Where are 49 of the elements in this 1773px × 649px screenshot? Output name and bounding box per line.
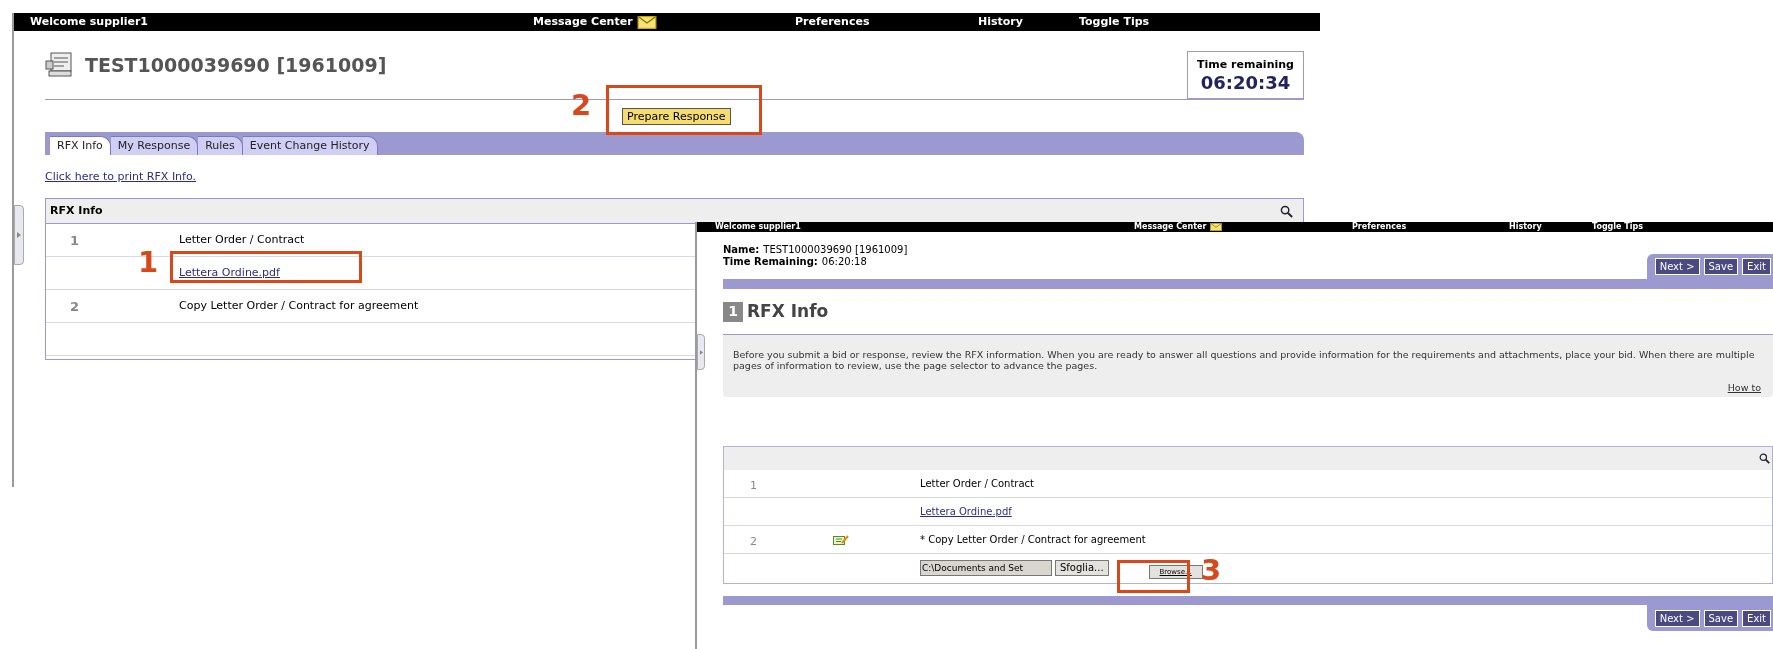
- page-title: TEST1000039690 [1961009]: [85, 52, 387, 78]
- file-link[interactable]: Lettera Ordine.pdf: [920, 504, 1012, 519]
- menu-link[interactable]: History: [978, 13, 1023, 31]
- timer-label: Time remaining: [1197, 56, 1294, 73]
- field-value: TEST1000039690 [1961009]: [763, 244, 908, 256]
- menu-link[interactable]: Message Center: [1134, 222, 1207, 232]
- prepare-response-button[interactable]: Prepare Response: [622, 107, 731, 125]
- print-link[interactable]: Click here to print RFX Info.: [45, 170, 196, 183]
- row-text: * Copy Letter Order / Contract for agreement: [920, 533, 1146, 547]
- table-title: RFX Info: [50, 202, 103, 219]
- row-number: 2: [70, 299, 80, 314]
- field-value: 06:20:18: [821, 256, 867, 268]
- timer-value: 06:20:34: [1200, 73, 1291, 94]
- field-label: Time Remaining:: [723, 256, 818, 268]
- row-number: 1: [750, 478, 757, 492]
- welcome-text: Welcome supplier1: [29, 13, 149, 30]
- menu-link[interactable]: History: [1509, 222, 1542, 232]
- row-number: 2: [750, 534, 757, 548]
- menu-link[interactable]: Toggle Tips: [1592, 222, 1643, 232]
- row-text: Letter Order / Contract: [179, 231, 305, 248]
- callout-number: 2: [571, 88, 592, 122]
- menu-link[interactable]: Message Center: [533, 13, 633, 31]
- menu-link[interactable]: Preferences: [795, 13, 870, 31]
- nav-button[interactable]: Save: [1703, 609, 1739, 627]
- file-link[interactable]: Lettera Ordine.pdf: [179, 264, 280, 282]
- welcome-text: Welcome supplier1: [714, 222, 802, 232]
- callout-number: 3: [1201, 553, 1222, 587]
- row-text: Copy Letter Order / Contract for agreement: [179, 297, 419, 314]
- tab[interactable]: Event Change History: [242, 136, 378, 155]
- tab[interactable]: My Response: [110, 136, 199, 155]
- menu-link[interactable]: Toggle Tips: [1079, 13, 1150, 31]
- tab[interactable]: RFX Info: [50, 136, 111, 155]
- row-number: 1: [70, 233, 80, 248]
- nav-button[interactable]: Exit: [1742, 258, 1771, 275]
- field-label: Name:: [723, 244, 760, 256]
- how-to-link[interactable]: How to: [1727, 380, 1761, 395]
- tab[interactable]: Rules: [198, 136, 243, 155]
- section-title: RFX Info: [747, 299, 829, 323]
- nav-button[interactable]: Exit: [1742, 609, 1771, 627]
- browse-button[interactable]: Sfoglia...: [1055, 560, 1109, 576]
- nav-button[interactable]: Next >: [1654, 258, 1700, 275]
- file-path-field[interactable]: C:\Documents and Set: [920, 560, 1052, 576]
- menu-link[interactable]: Preferences: [1352, 222, 1407, 232]
- step-number: 1: [723, 301, 743, 322]
- description-text: Before you submit a bid or response, review the RFX information. When you are ready to answer all questions and provide information for the requirements and attachments, place your bid. When there are multiple pages of information to review, use the page selector to advance the pages.: [733, 349, 1756, 371]
- nav-button[interactable]: Save: [1703, 258, 1739, 275]
- nav-button[interactable]: Next >: [1654, 609, 1700, 627]
- row-text: Letter Order / Contract: [920, 477, 1034, 491]
- callout-number: 1: [138, 245, 159, 279]
